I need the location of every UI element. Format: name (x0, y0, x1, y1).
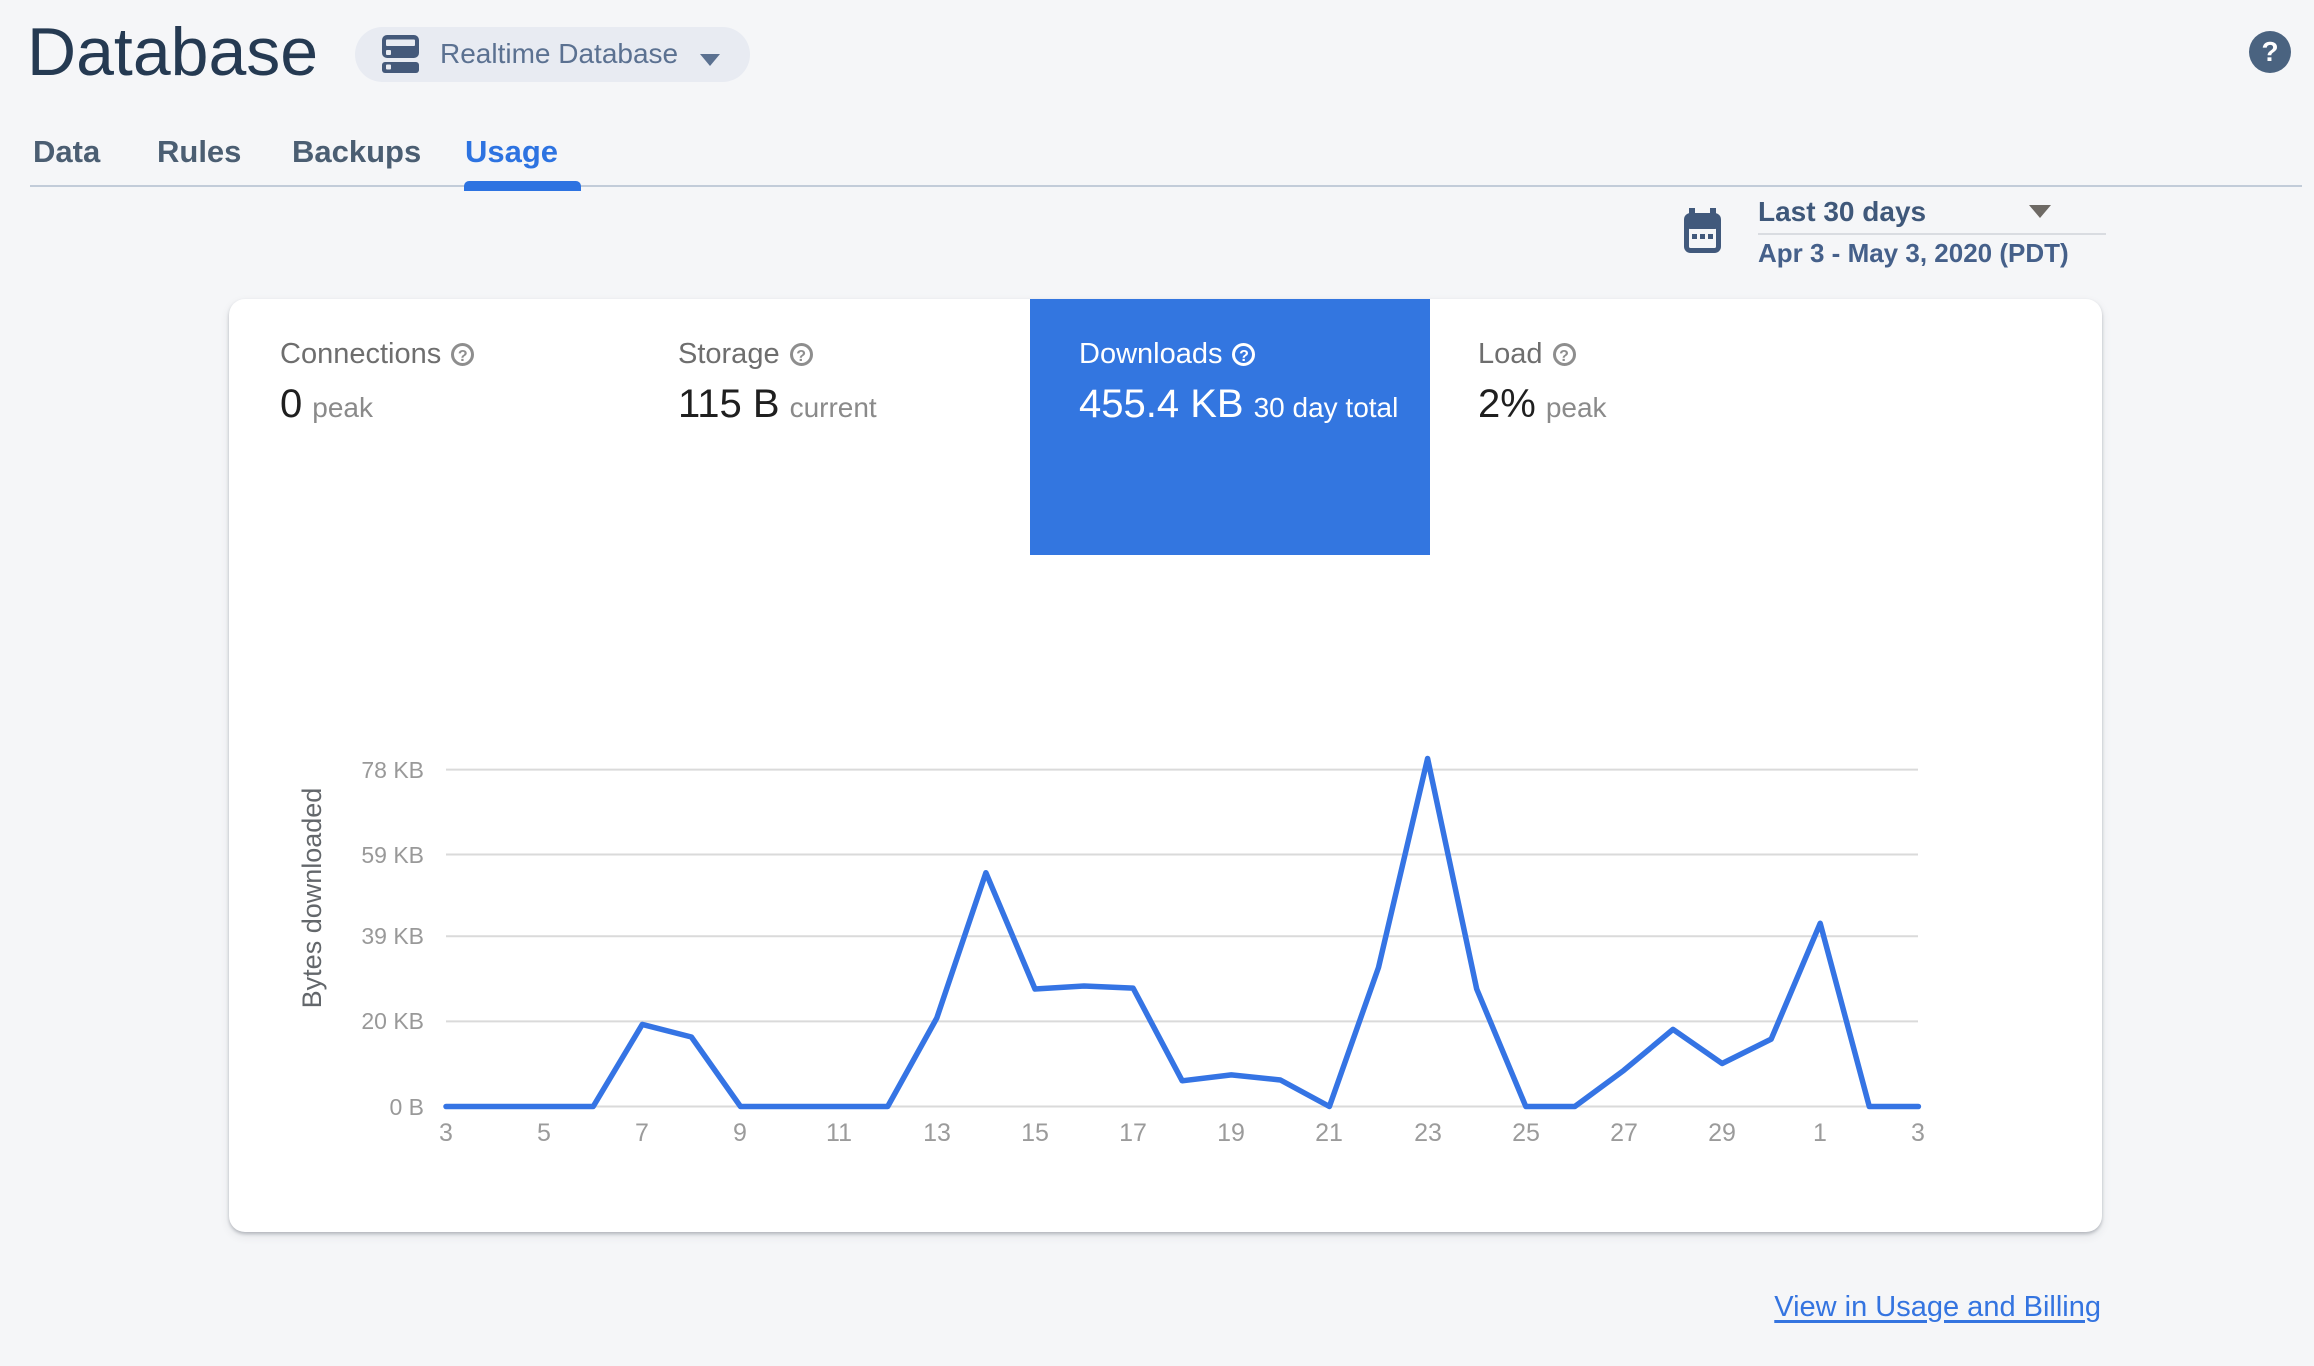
svg-text:17: 17 (1119, 1119, 1147, 1147)
svg-text:3: 3 (439, 1119, 453, 1147)
svg-text:23: 23 (1414, 1119, 1442, 1147)
svg-text:59 KB: 59 KB (361, 842, 424, 868)
svg-text:19: 19 (1217, 1119, 1245, 1147)
svg-text:13: 13 (923, 1119, 951, 1147)
svg-text:Bytes downloaded: Bytes downloaded (297, 788, 327, 1009)
svg-text:20 KB: 20 KB (361, 1008, 424, 1034)
svg-text:5: 5 (537, 1119, 551, 1147)
svg-text:78 KB: 78 KB (361, 757, 424, 783)
svg-text:11: 11 (826, 1119, 852, 1147)
svg-text:25: 25 (1512, 1119, 1540, 1147)
svg-text:21: 21 (1315, 1119, 1343, 1147)
svg-text:9: 9 (733, 1119, 747, 1147)
svg-text:39 KB: 39 KB (361, 923, 424, 949)
svg-text:0 B: 0 B (389, 1094, 424, 1120)
svg-text:27: 27 (1610, 1119, 1638, 1147)
svg-text:29: 29 (1708, 1119, 1736, 1147)
svg-text:1: 1 (1813, 1119, 1827, 1147)
svg-text:15: 15 (1021, 1119, 1049, 1147)
svg-text:3: 3 (1911, 1119, 1925, 1147)
svg-text:7: 7 (635, 1119, 649, 1147)
